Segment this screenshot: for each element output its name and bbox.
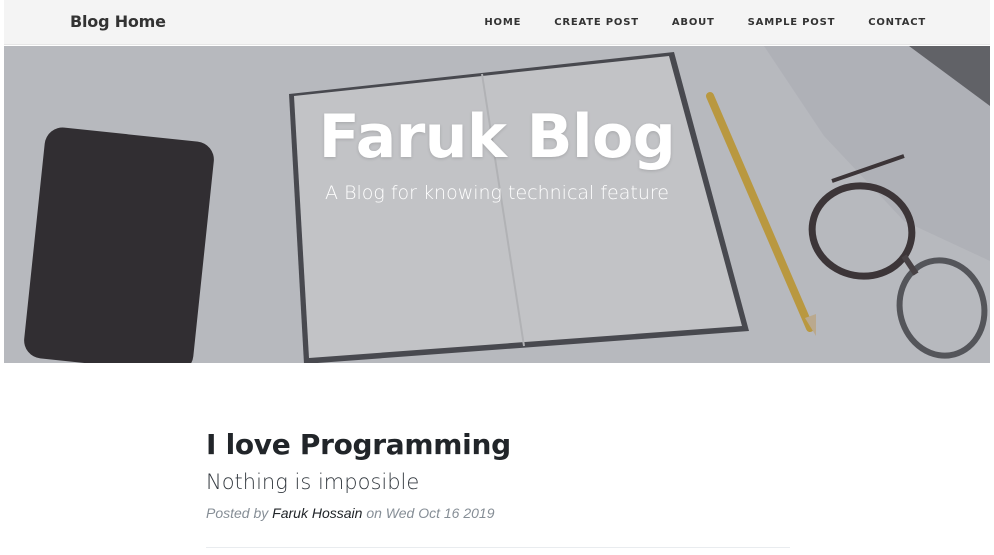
nav-create-post-link[interactable]: CREATE POST [554,17,639,28]
nav-about-link[interactable]: ABOUT [672,17,715,28]
hero-overlay [4,46,990,363]
post-title-link[interactable]: I love Programming [206,428,790,462]
nav-sample-post-link[interactable]: SAMPLE POST [748,17,836,28]
nav-links: HOME CREATE POST ABOUT SAMPLE POST CONTA… [484,0,990,45]
top-navbar: Blog Home HOME CREATE POST ABOUT SAMPLE … [4,0,990,45]
brand-link[interactable]: Blog Home [70,12,166,31]
site-subtitle: A Blog for knowing technical feature [325,182,669,204]
nav-home-link[interactable]: HOME [484,17,521,28]
post-meta-on: on [366,505,382,521]
post-date: Wed Oct 16 2019 [385,505,495,521]
post-meta-prefix: Posted by [206,505,269,521]
hero-header: Faruk Blog A Blog for knowing technical … [4,46,990,363]
post-author-link[interactable]: Faruk Hossain [272,505,362,521]
nav-contact-link[interactable]: CONTACT [868,17,926,28]
post-subtitle: Nothing is imposible [206,470,420,494]
site-title: Faruk Blog [318,102,676,172]
post-divider [206,547,790,548]
post-meta: Posted by Faruk Hossain on Wed Oct 16 20… [206,505,790,521]
post-preview: I love Programming Nothing is imposible … [206,428,790,521]
